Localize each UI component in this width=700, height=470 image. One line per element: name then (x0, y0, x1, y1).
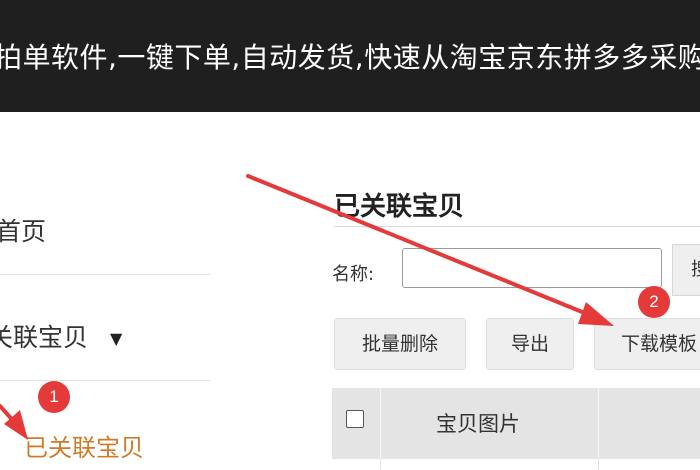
sidebar-item-home[interactable]: 首页 (0, 212, 46, 248)
sidebar: 首页 关联宝贝 ▼ 已关联宝贝 (0, 112, 300, 470)
sidebar-item-linked-products-menu[interactable]: 关联宝贝 ▼ (0, 318, 122, 354)
sidebar-item-linked-products[interactable]: 已关联宝贝 (24, 428, 144, 463)
title-divider (334, 226, 700, 227)
sidebar-item-label: 关联宝贝 (0, 323, 89, 352)
caret-down-icon: ▼ (110, 329, 123, 348)
sidebar-item-label: 已关联宝贝 (24, 434, 144, 462)
name-input[interactable] (402, 248, 662, 288)
banner-text: 拍单软件,一键下单,自动发货,快速从淘宝京东拼多多采购 (0, 41, 700, 74)
row-separator (598, 458, 599, 470)
column-header-product-image: 宝贝图片 (436, 412, 520, 436)
step-marker-2: 2 (638, 286, 670, 318)
page-title: 已关联宝贝 (334, 192, 465, 222)
top-banner: 拍单软件,一键下单,自动发货,快速从淘宝京东拼多多采购 (0, 0, 700, 112)
sidebar-divider (0, 274, 210, 275)
column-separator (598, 388, 599, 458)
table-row (332, 458, 700, 459)
download-template-button[interactable]: 下载模板 (594, 318, 700, 370)
export-button[interactable]: 导出 (486, 318, 574, 370)
name-label: 名称: (332, 264, 375, 285)
sidebar-item-label: 首页 (0, 217, 47, 246)
select-all-checkbox[interactable] (346, 410, 364, 428)
search-button[interactable]: 搜索 (672, 244, 700, 296)
sidebar-divider (0, 380, 210, 381)
table-header: 宝贝图片 (332, 388, 700, 458)
row-separator (380, 458, 381, 470)
step-marker-1: 1 (38, 381, 70, 413)
column-separator (380, 388, 381, 458)
batch-delete-button[interactable]: 批量删除 (334, 318, 466, 370)
